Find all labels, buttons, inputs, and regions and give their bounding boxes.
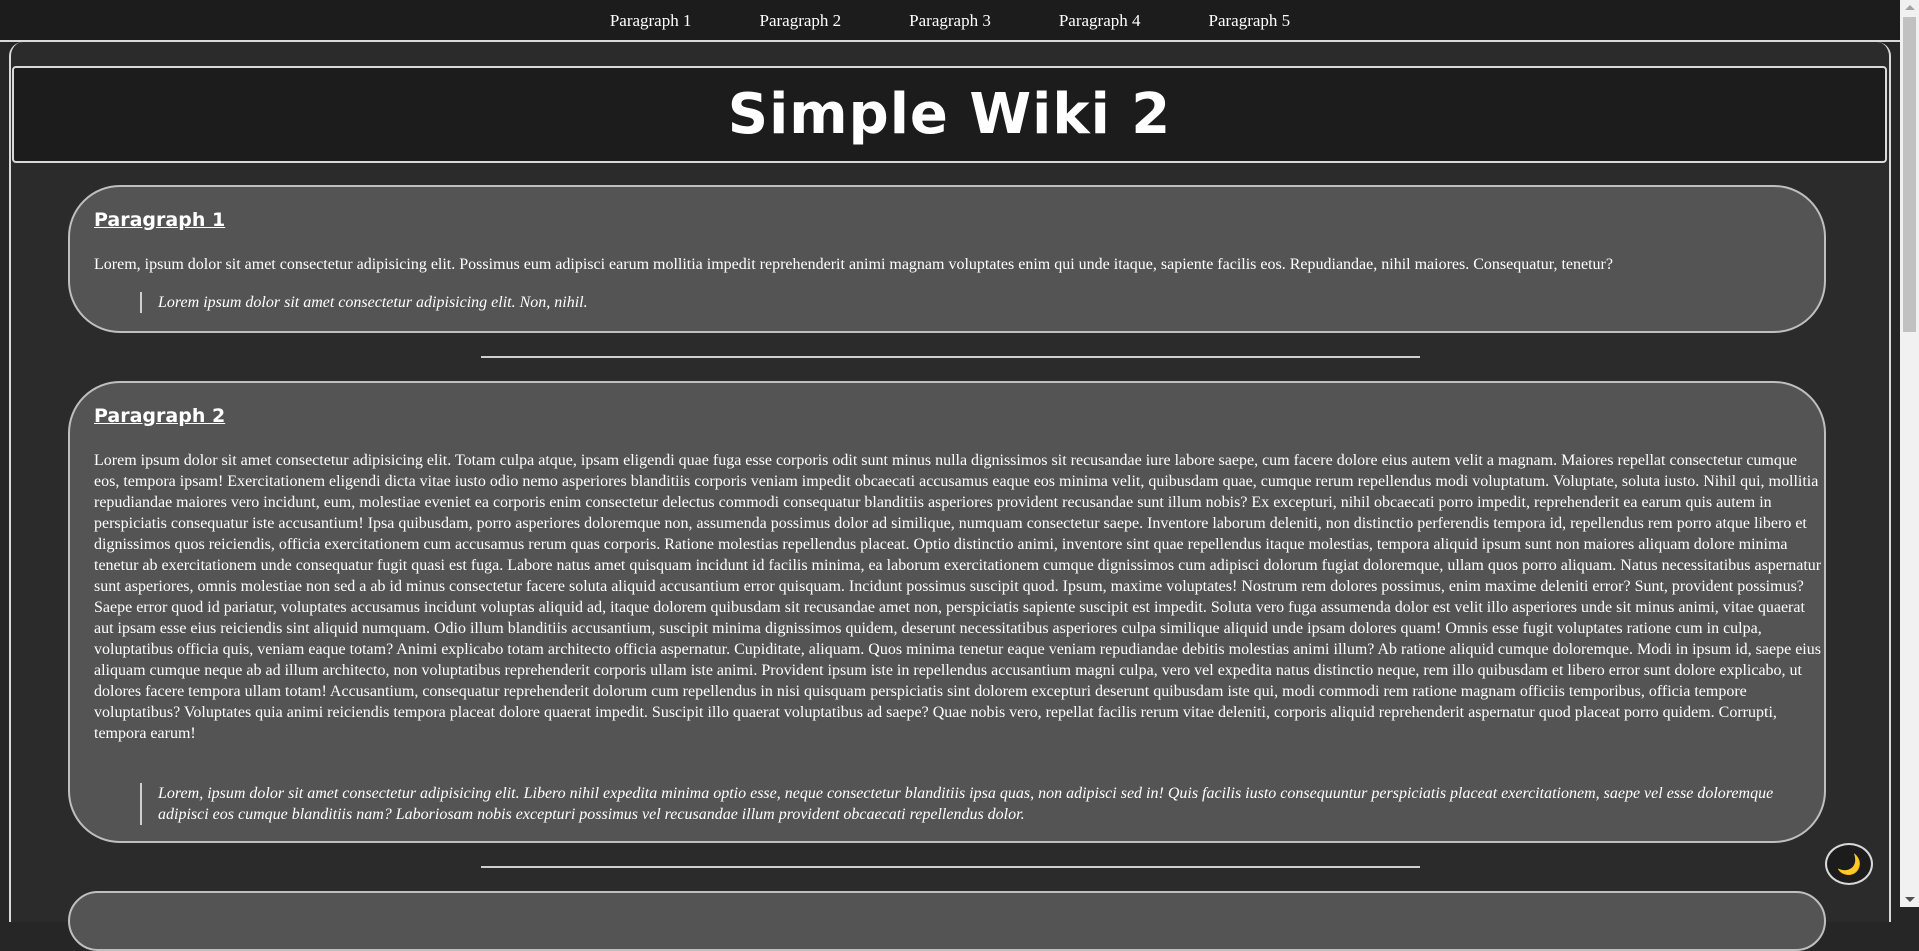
section-heading: Paragraph 1: [94, 209, 226, 231]
section-paragraph-2: Paragraph 2 Lorem ipsum dolor sit amet c…: [68, 381, 1826, 843]
nav-link-paragraph-4[interactable]: Paragraph 4: [1059, 12, 1141, 29]
theme-toggle-button[interactable]: 🌙: [1825, 843, 1873, 885]
nav-link-paragraph-1[interactable]: Paragraph 1: [610, 12, 692, 29]
section-quote: Lorem ipsum dolor sit amet consectetur a…: [140, 292, 1804, 313]
nav-link-paragraph-2[interactable]: Paragraph 2: [759, 12, 841, 29]
section-quote: Lorem, ipsum dolor sit amet consectetur …: [140, 783, 1804, 825]
section-divider: [481, 866, 1420, 868]
scroll-up-icon[interactable]: [1905, 5, 1915, 10]
section-body: Lorem ipsum dolor sit amet consectetur a…: [94, 452, 1822, 742]
section-body: Lorem, ipsum dolor sit amet consectetur …: [94, 256, 1613, 273]
section-paragraph-3: [68, 891, 1826, 951]
page-title: Simple Wiki 2: [727, 82, 1172, 147]
section-heading: Paragraph 2: [94, 405, 226, 427]
top-navigation: Paragraph 1 Paragraph 2 Paragraph 3 Para…: [0, 0, 1900, 42]
section-divider: [481, 356, 1420, 358]
nav-link-paragraph-3[interactable]: Paragraph 3: [909, 12, 991, 29]
vertical-scrollbar[interactable]: [1900, 0, 1919, 907]
moon-icon: 🌙: [1836, 853, 1862, 876]
scrollbar-thumb[interactable]: [1903, 17, 1916, 332]
scroll-down-icon[interactable]: [1905, 897, 1915, 902]
nav-link-paragraph-5[interactable]: Paragraph 5: [1209, 12, 1291, 29]
section-paragraph-1: Paragraph 1 Lorem, ipsum dolor sit amet …: [68, 185, 1826, 333]
site-header: Simple Wiki 2: [12, 66, 1887, 163]
